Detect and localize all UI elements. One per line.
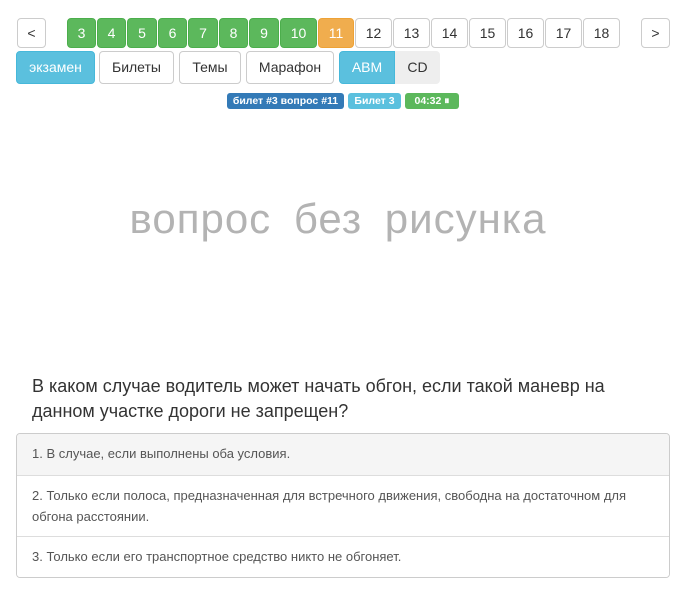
prev-page-button[interactable]: < (17, 18, 46, 48)
mode-toolbar: экзамен Билеты Темы Марафон ABM CD (0, 51, 696, 85)
page-4-button[interactable]: 4 (97, 18, 126, 48)
topics-mode-button[interactable]: Темы (179, 51, 241, 84)
page-3-button[interactable]: 3 (67, 18, 96, 48)
next-page-button[interactable]: > (641, 18, 670, 48)
page-6-button[interactable]: 6 (158, 18, 187, 48)
ticket-question-badge: билет #3 вопрос #11 (227, 93, 344, 109)
page-17-button[interactable]: 17 (545, 18, 582, 48)
exam-mode-button[interactable]: экзамен (16, 51, 95, 84)
no-image-placeholder: вопрос без рисунка (129, 195, 547, 242)
marathon-mode-button[interactable]: Марафон (246, 51, 334, 84)
category-cd-button[interactable]: CD (395, 51, 440, 84)
answer-option-2[interactable]: 2. Только если полоса, предназначенная д… (17, 475, 669, 536)
timer-badge[interactable]: 04:32 ⏸ (405, 93, 459, 109)
answer-option-3[interactable]: 3. Только если его транспортное средство… (17, 536, 669, 577)
page-12-button[interactable]: 12 (355, 18, 392, 48)
page-14-button[interactable]: 14 (431, 18, 468, 48)
answer-option-1[interactable]: 1. В случае, если выполнены оба условия. (17, 434, 669, 475)
question-text: В каком случае водитель может начать обг… (32, 376, 605, 421)
page-9-button[interactable]: 9 (249, 18, 279, 48)
page-10-button[interactable]: 10 (280, 18, 317, 48)
exam-page: < 3 4 5 6 7 8 9 10 11 12 13 14 15 16 17 … (0, 0, 696, 609)
page-5-button[interactable]: 5 (127, 18, 157, 48)
page-15-button[interactable]: 15 (469, 18, 506, 48)
page-8-button[interactable]: 8 (219, 18, 248, 48)
status-badges: билет #3 вопрос #11 Билет 3 04:32 ⏸ (0, 93, 696, 109)
page-13-button[interactable]: 13 (393, 18, 430, 48)
page-18-button[interactable]: 18 (583, 18, 620, 48)
category-abm-button[interactable]: ABM (339, 51, 395, 84)
page-7-button[interactable]: 7 (188, 18, 218, 48)
page-11-button[interactable]: 11 (318, 18, 354, 48)
ticket-badge: Билет 3 (348, 93, 401, 109)
answer-list: 1. В случае, если выполнены оба условия.… (16, 433, 670, 578)
question-pagination: < 3 4 5 6 7 8 9 10 11 12 13 14 15 16 17 … (0, 18, 696, 48)
page-16-button[interactable]: 16 (507, 18, 544, 48)
tickets-mode-button[interactable]: Билеты (99, 51, 174, 84)
